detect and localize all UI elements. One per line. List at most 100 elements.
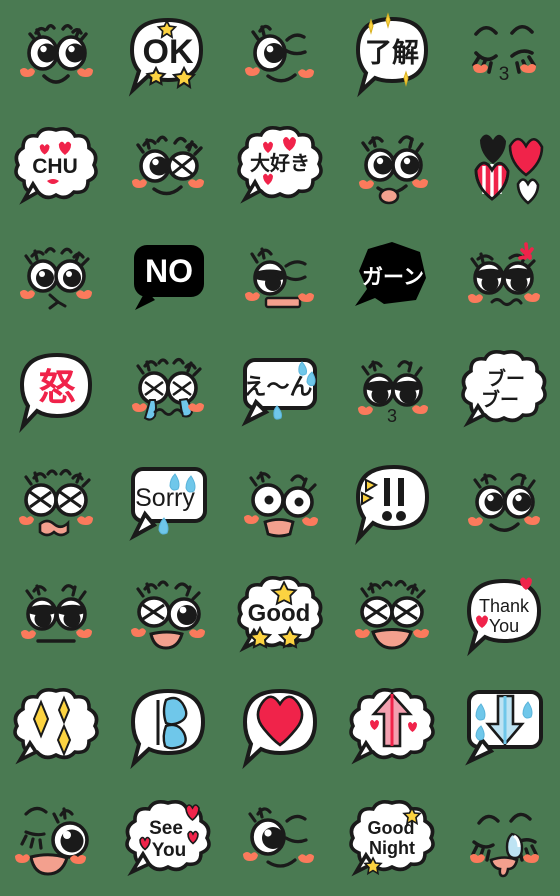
worried-face-icon	[20, 247, 92, 310]
chu-text: CHU	[32, 155, 78, 178]
kiss-closed-eyes-face-icon: 3	[472, 24, 536, 85]
sparkle-bubble-icon	[13, 688, 99, 765]
good-star-bubble-icon: Good	[237, 576, 323, 653]
ikari-text: 怒	[39, 366, 76, 409]
bored-flat-mouth-face-icon	[245, 247, 314, 309]
good-text: Good	[248, 600, 311, 627]
crying-face-icon	[132, 357, 204, 421]
emoji-cell-34[interactable]	[336, 672, 448, 784]
ryokai-speech-bubble-icon: 了解	[355, 12, 429, 98]
emoji-cell-15[interactable]	[448, 224, 560, 336]
svg-text:ブー: ブー	[481, 388, 519, 411]
emoji-cell-17[interactable]	[112, 336, 224, 448]
svg-text:You: You	[489, 616, 519, 636]
wink-face-icon	[132, 135, 204, 196]
emoji-cell-2[interactable]: OK	[112, 0, 224, 112]
emoji-cell-37[interactable]: See You See You	[112, 784, 224, 896]
emoji-cell-1[interactable]: smiling face with big round eyes and blu…	[0, 0, 112, 112]
emoji-cell-29[interactable]	[336, 560, 448, 672]
no-speech-bubble-icon: NO	[134, 245, 204, 310]
emoji-cell-23[interactable]	[224, 448, 336, 560]
emoji-cell-3[interactable]	[224, 0, 336, 112]
emoji-cell-27[interactable]	[112, 560, 224, 672]
side-glance-face-icon	[245, 24, 314, 83]
down-arrow-bubble-icon	[465, 690, 543, 766]
emoji-cell-21[interactable]	[0, 448, 112, 560]
emoji-cell-13[interactable]	[224, 224, 336, 336]
big-eye-wink-face-icon	[15, 806, 89, 876]
emoji-cell-10[interactable]	[448, 112, 560, 224]
surprised-face-icon	[244, 471, 318, 538]
sorry-bubble-icon: Sorry	[129, 467, 207, 541]
emoji-cell-38[interactable]	[224, 784, 336, 896]
emoji-cell-12[interactable]: NO	[112, 224, 224, 336]
emoji-cell-6[interactable]: CHU	[0, 112, 112, 224]
red-heart-bubble-icon	[242, 688, 318, 770]
angry-vein-face-icon	[468, 242, 540, 306]
svg-text:Thank: Thank	[479, 596, 530, 616]
tongue-out-face-icon	[359, 135, 428, 205]
emoji-cell-19[interactable]: 3	[336, 336, 448, 448]
emoji-cell-26[interactable]	[0, 560, 112, 672]
thank-you-bubble-icon: Thank You Thank You	[466, 577, 542, 657]
emoji-cell-36[interactable]	[0, 784, 112, 896]
emoji-cell-40[interactable]	[448, 784, 560, 896]
sad-crying-face-icon	[19, 468, 93, 537]
emoji-sticker-grid: smiling face with big round eyes and blu…	[0, 0, 560, 896]
emoji-cell-16[interactable]: 怒	[0, 336, 112, 448]
emoji-cell-8[interactable]: 大好き	[224, 112, 336, 224]
emoji-cell-14[interactable]: ガーン	[336, 224, 448, 336]
emoji-cell-39[interactable]: Good Night Good Night	[336, 784, 448, 896]
happy-big-eyes-face-icon	[20, 24, 93, 84]
emoji-cell-28[interactable]: Good	[224, 560, 336, 672]
een-text: え〜ん	[244, 374, 313, 400]
emoji-cell-25[interactable]	[448, 448, 560, 560]
svg-text:You: You	[152, 840, 186, 861]
emoji-cell-9[interactable]	[336, 112, 448, 224]
exclamation-bubble-icon: !!	[355, 464, 430, 546]
svg-text:ブー: ブー	[487, 367, 525, 390]
hearts-cluster-icon	[474, 134, 544, 205]
emoji-cell-24[interactable]: !!	[336, 448, 448, 560]
emoji-cell-4[interactable]: 了解	[336, 0, 448, 112]
emoji-cell-30[interactable]: Thank You Thank You	[448, 560, 560, 672]
emoji-cell-5[interactable]: 3	[448, 0, 560, 112]
een-crying-bubble-icon: え〜ん	[241, 358, 317, 427]
emoji-cell-32[interactable]	[112, 672, 224, 784]
chu-kiss-bubble-icon: CHU	[14, 127, 98, 205]
emoji-cell-7[interactable]	[112, 112, 224, 224]
gaan-text: ガーン	[362, 265, 424, 289]
smiling-face-icon	[468, 473, 540, 532]
ikari-anger-bubble-icon: 怒	[19, 352, 93, 434]
daisuki-text: 大好き	[250, 151, 310, 175]
svg-text:Night: Night	[369, 838, 415, 858]
unamused-face-icon	[21, 584, 92, 643]
blue-heart-bubble-icon	[130, 688, 206, 770]
sleeping-snot-face-icon	[470, 812, 539, 878]
emoji-cell-33[interactable]	[224, 672, 336, 784]
ok-speech-bubble-icon: OK	[128, 17, 204, 97]
emoji-cell-18[interactable]: え〜ん	[224, 336, 336, 448]
no-text: NO	[145, 253, 193, 289]
winking-grin-face-icon	[131, 580, 205, 650]
emoji-cell-31[interactable]	[0, 672, 112, 784]
laughing-face-icon	[355, 579, 429, 650]
daisuki-bubble-icon: 大好き	[237, 126, 323, 204]
see-you-bubble-icon: See You See You	[125, 800, 211, 877]
emoji-cell-20[interactable]: ブー ブー ブーブー	[448, 336, 560, 448]
emoji-cell-35[interactable]	[448, 672, 560, 784]
anger-mark	[518, 242, 534, 260]
pout-mouth-text: 3	[387, 406, 397, 426]
up-arrow-bubble-icon	[349, 688, 435, 765]
emoji-cell-11[interactable]	[0, 224, 112, 336]
emoji-cell-22[interactable]: Sorry	[112, 448, 224, 560]
ok-text: OK	[143, 33, 194, 71]
boo-boo-bubble-icon: ブー ブー ブーブー	[461, 350, 547, 428]
kiss-mouth-text: 3	[499, 64, 510, 85]
good-night-bubble-icon: Good Night Good Night	[349, 800, 435, 877]
gaan-shock-bubble-icon: ガーン	[355, 242, 426, 306]
ryokai-text: 了解	[365, 38, 419, 69]
looking-away-face-icon	[243, 807, 314, 868]
svg-text:See: See	[149, 818, 183, 839]
pouting-face-icon: 3	[358, 360, 428, 426]
